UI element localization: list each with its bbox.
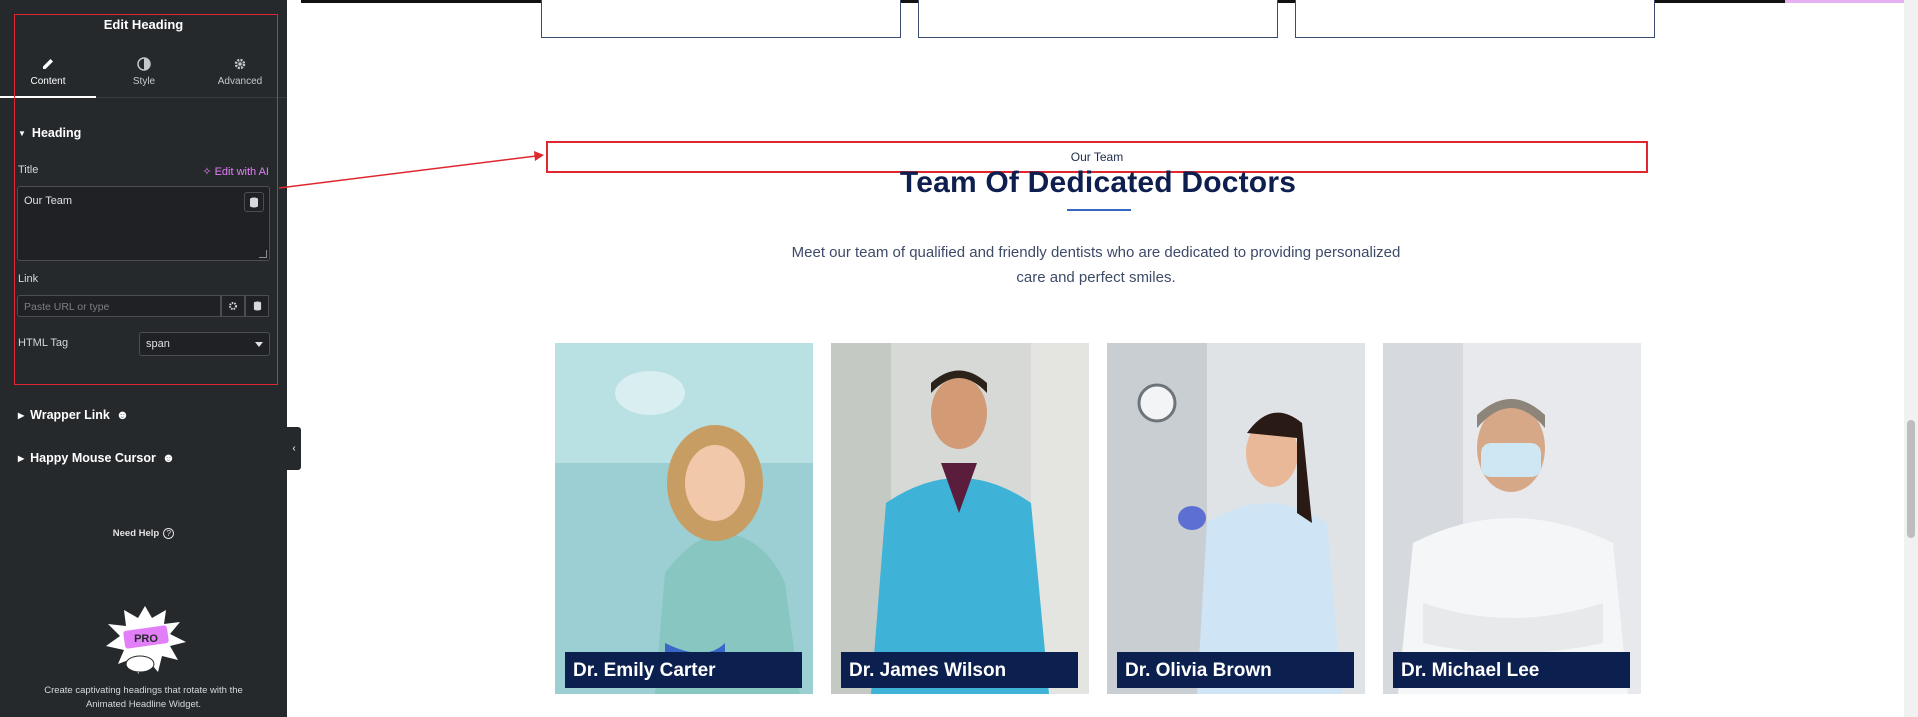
- panel-title: Edit Heading: [103, 17, 184, 32]
- section-wrapper-link-toggle[interactable]: ▶ Wrapper Link ☻: [18, 408, 129, 422]
- link-input[interactable]: Paste URL or type: [17, 295, 221, 317]
- section-heading-label: Heading: [31, 126, 82, 140]
- question-icon: ?: [163, 528, 175, 539]
- chevron-down-icon: [255, 342, 263, 347]
- caret-right-icon: ▶: [18, 410, 25, 420]
- gear-icon: [229, 302, 237, 310]
- link-dynamic-button[interactable]: [245, 295, 269, 317]
- html-tag-label: HTML Tag: [18, 337, 69, 349]
- happy-addons-icon: ☻: [115, 408, 129, 422]
- doctor-name: Dr. Olivia Brown: [1117, 652, 1354, 688]
- caret-right-icon: ▶: [18, 453, 25, 463]
- need-help-link[interactable]: Need Help?: [0, 528, 287, 539]
- tab-style-label: Style: [132, 76, 156, 87]
- heading-divider: [1067, 209, 1131, 211]
- scrollbar-track[interactable]: [1904, 0, 1918, 717]
- doctor-name: Dr. Michael Lee: [1393, 652, 1630, 688]
- link-label: Link: [18, 273, 39, 285]
- editor-panel: Edit Heading Content Style Advanced ▼ He…: [0, 0, 287, 717]
- edit-with-ai-label: Edit with AI: [214, 165, 269, 178]
- pencil-icon: [43, 59, 53, 69]
- title-textarea-value: Our Team: [24, 195, 73, 207]
- tab-advanced[interactable]: Advanced: [192, 46, 288, 98]
- top-strip-accent: [1785, 0, 1904, 3]
- page-canvas: Our Team Team Of Dedicated Doctors Meet …: [301, 0, 1904, 717]
- doctor-name: Dr. Emily Carter: [565, 652, 802, 688]
- dynamic-tags-button[interactable]: [244, 192, 264, 212]
- previous-card: [918, 0, 1278, 38]
- tab-style[interactable]: Style: [96, 46, 192, 98]
- promo-illustration: PRO: [106, 606, 186, 674]
- resize-handle[interactable]: [259, 250, 267, 258]
- gear-icon: [234, 58, 246, 70]
- section-description: Meet our team of qualified and friendly …: [791, 244, 1401, 286]
- doctor-card[interactable]: Dr. James Wilson: [831, 343, 1089, 694]
- need-help-label: Need Help: [112, 528, 160, 539]
- promo-badge: PRO: [134, 633, 158, 645]
- section-heading-toggle[interactable]: ▼ Heading: [18, 126, 81, 140]
- section-mouse-cursor-label: Happy Mouse Cursor: [30, 451, 156, 465]
- doctor-card[interactable]: Dr. Olivia Brown: [1107, 343, 1365, 694]
- doctor-photo: [555, 343, 813, 694]
- doctor-photo: [1107, 343, 1365, 694]
- link-options-button[interactable]: [221, 295, 245, 317]
- happy-addons-icon: ☻: [161, 451, 176, 465]
- section-mouse-cursor-toggle[interactable]: ▶ Happy Mouse Cursor ☻: [18, 451, 175, 465]
- title-label: Title: [18, 164, 39, 176]
- promo-text: Create captivating headings that rotate …: [44, 685, 243, 710]
- html-tag-select[interactable]: span: [139, 332, 270, 356]
- title-textarea[interactable]: Our Team: [17, 186, 270, 261]
- scrollbar-thumb[interactable]: [1907, 420, 1915, 538]
- subheading-text: Our Team: [1070, 150, 1124, 164]
- database-icon: [250, 197, 258, 207]
- chevron-left-icon: ‹: [292, 443, 296, 454]
- caret-down-icon: ▼: [18, 128, 26, 138]
- panel-tabs: Content Style Advanced: [0, 46, 287, 98]
- previous-card: [1295, 0, 1655, 38]
- doctor-card[interactable]: Dr. Emily Carter: [555, 343, 813, 694]
- tab-advanced-label: Advanced: [217, 76, 263, 87]
- sparkle-icon: ✧: [202, 166, 212, 178]
- doctor-photo: [1383, 343, 1641, 694]
- doctor-name: Dr. James Wilson: [841, 652, 1078, 688]
- database-icon: [253, 301, 261, 311]
- html-tag-value: span: [146, 338, 170, 350]
- previous-card: [541, 0, 901, 38]
- tab-content-label: Content: [30, 76, 66, 87]
- collapse-panel-button[interactable]: ‹: [287, 427, 301, 470]
- doctor-photo: [831, 343, 1089, 694]
- tab-content[interactable]: Content: [0, 46, 96, 98]
- half-circle-icon: [137, 57, 151, 71]
- doctor-card[interactable]: Dr. Michael Lee: [1383, 343, 1641, 694]
- edit-with-ai-button[interactable]: ✧ Edit with AI: [202, 165, 269, 179]
- section-heading: Team Of Dedicated Doctors: [899, 166, 1297, 199]
- section-wrapper-link-label: Wrapper Link: [30, 408, 110, 422]
